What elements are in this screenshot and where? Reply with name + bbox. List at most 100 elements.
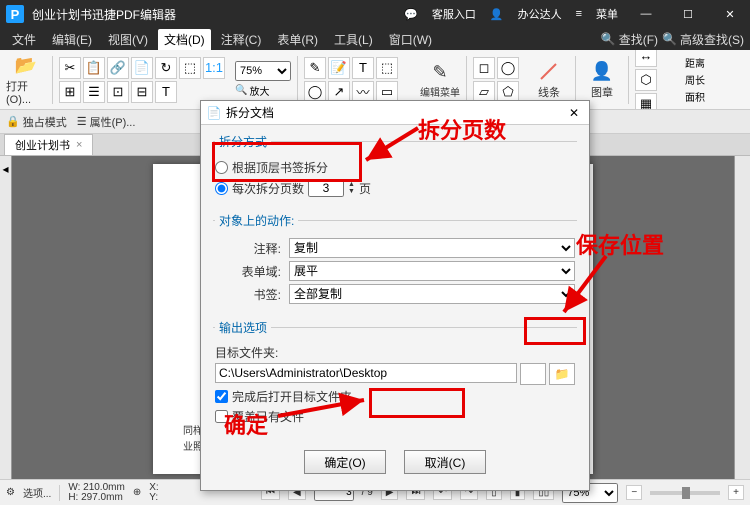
zoom-slider[interactable] <box>650 491 720 495</box>
pages-suffix: 页 <box>359 180 371 197</box>
spin-up-icon[interactable]: ▲ <box>348 181 355 188</box>
radio-by-pages[interactable] <box>215 182 228 195</box>
search-icon: 🔍 <box>662 32 677 46</box>
search-icon: 🔍 <box>601 32 616 46</box>
measure-icon[interactable]: ⬡ <box>635 69 657 91</box>
tool-icon[interactable]: T <box>155 81 177 103</box>
bookmark-label: 书签: <box>215 286 281 303</box>
menu-view[interactable]: 视图(V) <box>102 29 154 50</box>
tab-close-icon[interactable]: × <box>76 139 82 151</box>
options-button[interactable]: 选项... <box>23 485 51 500</box>
hamburger-icon[interactable]: ≡ <box>576 8 582 20</box>
ok-button[interactable]: 确定(O) <box>304 450 386 474</box>
split-method-group: 拆分方式 根据顶层书签拆分 每次拆分页数 ▲▼ 页 <box>213 133 577 208</box>
area-label[interactable]: 面积 <box>685 89 705 104</box>
tool-icon[interactable]: ✂ <box>59 57 81 79</box>
menu-comment[interactable]: 注释(C) <box>215 29 268 50</box>
tool-icon[interactable]: ⊡ <box>107 81 129 103</box>
tool-icon[interactable]: 📋 <box>83 57 105 79</box>
minimize-button[interactable]: — <box>632 8 660 20</box>
menu-edit[interactable]: 编辑(E) <box>46 29 98 50</box>
service-entry[interactable]: 客服入口 <box>432 6 476 22</box>
annot-icon[interactable]: ✎ <box>304 57 326 79</box>
overwrite-checkbox[interactable] <box>215 410 228 423</box>
open-after-checkbox[interactable] <box>215 390 228 403</box>
annot-icon[interactable]: T <box>352 57 374 79</box>
tool-icon[interactable]: 1:1 <box>203 57 225 79</box>
document-tab[interactable]: 创业计划书 × <box>4 134 93 155</box>
browse-folder-button[interactable]: 📁 <box>549 363 575 385</box>
menu-window[interactable]: 窗口(W) <box>383 29 438 50</box>
user-icon[interactable]: 👤 <box>490 8 504 21</box>
edit-menu-button[interactable]: ✎ 编辑菜单 <box>420 54 460 106</box>
pages-spinner[interactable] <box>308 179 344 197</box>
cursor-y: Y: <box>149 493 158 503</box>
zoom-select[interactable]: 75% <box>235 61 291 81</box>
menu-file[interactable]: 文件 <box>6 29 42 50</box>
shape-icon[interactable]: ◯ <box>497 57 519 79</box>
edit-icon: ✎ <box>428 60 452 84</box>
comment-select[interactable]: 复制 <box>289 238 575 258</box>
dialog-close-button[interactable]: ✕ <box>565 106 583 120</box>
properties-icon: ☰ <box>77 115 87 128</box>
annot-icon[interactable]: 📝 <box>328 57 350 79</box>
app-logo-icon: P <box>6 5 24 23</box>
menubar: 文件 编辑(E) 视图(V) 文档(D) 注释(C) 表单(R) 工具(L) 窗… <box>0 28 750 50</box>
shape-icon[interactable]: ◻ <box>473 57 495 79</box>
line-tool-button[interactable]: 线条 <box>529 54 569 106</box>
dialog-title: 拆分文档 <box>226 104 274 121</box>
split-method-legend: 拆分方式 <box>215 133 271 150</box>
dialog-titlebar[interactable]: 📄 拆分文档 ✕ <box>201 101 589 125</box>
measure-icon[interactable]: ↔ <box>635 50 657 67</box>
window-title: 创业计划书迅捷PDF编辑器 <box>32 6 404 23</box>
radio-by-bookmark-label: 根据顶层书签拆分 <box>232 159 328 176</box>
titlebar: P 创业计划书迅捷PDF编辑器 💬 客服入口 👤 办公达人 ≡ 菜单 — ☐ ✕ <box>0 0 750 28</box>
open-button[interactable]: 📂 打开(O)... <box>6 54 46 106</box>
bookmark-select[interactable]: 全部复制 <box>289 284 575 304</box>
crosshair-icon: ⊕ <box>133 487 141 498</box>
measure-icon[interactable]: ▦ <box>635 93 657 111</box>
chat-icon[interactable]: 💬 <box>404 8 418 21</box>
zoom-in-button[interactable]: + <box>728 485 744 500</box>
adv-search-button[interactable]: 🔍高级查找(S) <box>662 31 744 48</box>
lock-icon: 🔒 <box>6 115 20 128</box>
maximize-button[interactable]: ☐ <box>674 8 702 21</box>
annot-icon[interactable]: ⬚ <box>376 57 398 79</box>
radio-by-bookmark[interactable] <box>215 161 228 174</box>
radio-by-pages-label: 每次拆分页数 <box>232 180 304 197</box>
tool-icon[interactable]: ⬚ <box>179 57 201 79</box>
form-label: 表单域: <box>215 263 281 280</box>
zoom-out-button[interactable]: − <box>626 485 642 500</box>
open-after-label: 完成后打开目标文件夹 <box>232 388 352 405</box>
menu-document[interactable]: 文档(D) <box>158 29 211 50</box>
exclusive-mode-toggle[interactable]: 🔒独占模式 <box>6 114 67 130</box>
sidebar-toggle-icon[interactable]: ◂ <box>2 162 8 176</box>
menu-tool[interactable]: 工具(L) <box>328 29 379 50</box>
gear-icon[interactable]: ⚙ <box>6 487 15 498</box>
search-button[interactable]: 🔍查找(F) <box>601 31 658 48</box>
stamp-icon: 👤 <box>590 60 614 84</box>
form-select[interactable]: 展平 <box>289 261 575 281</box>
tool-icon[interactable]: 📄 <box>131 57 153 79</box>
stamp-button[interactable]: 👤 图章 <box>582 54 622 106</box>
menu-form[interactable]: 表单(R) <box>271 29 324 50</box>
distance-label[interactable]: 距离 <box>685 55 705 70</box>
tool-icon[interactable]: 🔗 <box>107 57 129 79</box>
left-sidebar[interactable]: ◂ <box>0 156 12 479</box>
account-name[interactable]: 办公达人 <box>518 6 562 22</box>
close-button[interactable]: ✕ <box>716 8 744 21</box>
tool-icon[interactable]: ☰ <box>83 81 105 103</box>
properties-button[interactable]: ☰属性(P)... <box>77 114 136 130</box>
tool-icon[interactable]: ⊞ <box>59 81 81 103</box>
enlarge-button[interactable]: 🔍放大 <box>235 83 291 98</box>
cancel-button[interactable]: 取消(C) <box>404 450 486 474</box>
perimeter-label[interactable]: 周长 <box>685 72 705 87</box>
target-path-input[interactable] <box>215 363 517 383</box>
tool-icon[interactable]: ↻ <box>155 57 177 79</box>
spin-down-icon[interactable]: ▼ <box>348 188 355 195</box>
clear-path-button[interactable] <box>520 363 546 385</box>
menu-label[interactable]: 菜单 <box>596 6 618 22</box>
vertical-scrollbar[interactable] <box>734 156 750 479</box>
tool-icon[interactable]: ⊟ <box>131 81 153 103</box>
target-folder-label: 目标文件夹: <box>215 344 575 361</box>
